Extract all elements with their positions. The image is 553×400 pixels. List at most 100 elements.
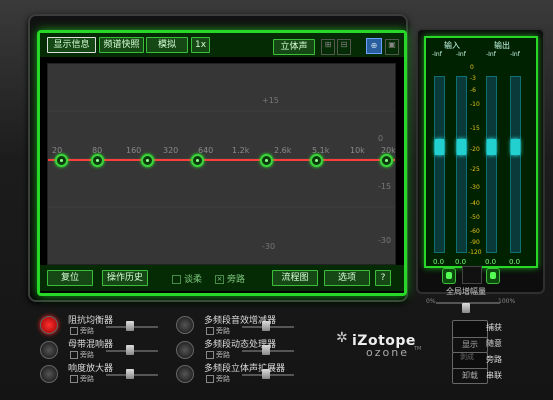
izotope-logo: iZotope ozone TM: [352, 330, 421, 359]
help-button[interactable]: ?: [375, 270, 391, 286]
global-gain-thumb[interactable]: [462, 303, 470, 313]
input-right-meter: [456, 76, 467, 253]
flowchart-button[interactable]: 流程图: [272, 270, 318, 286]
module-mix-thumb[interactable]: [262, 345, 270, 355]
module-name: 多频段立体声扩展器: [204, 364, 286, 374]
freq-label: 2.6k: [274, 146, 292, 155]
input-gain-knob[interactable]: [442, 268, 456, 284]
output-right-meter: [510, 76, 521, 253]
eq-graph[interactable]: +15 0 -15 -30 -30 20 80 160 320 640 1.2k…: [47, 63, 396, 265]
module-bypass[interactable]: 旁路: [206, 350, 230, 360]
display-button[interactable]: 显示: [452, 337, 488, 353]
freq-label: 320: [163, 146, 179, 155]
meter-readout: 0.0: [509, 258, 521, 266]
collapse-label: 剥成: [460, 353, 474, 361]
module-bypass[interactable]: 旁路: [70, 326, 94, 336]
dither-label: 随意: [486, 339, 502, 348]
freq-label: 1.2k: [232, 146, 250, 155]
output-gain-knob[interactable]: [486, 268, 500, 284]
bypass-text: 旁路: [80, 375, 94, 383]
meter-level: [435, 139, 444, 155]
module-power-button[interactable]: [40, 316, 58, 334]
expand-icon[interactable]: ▣: [385, 39, 399, 55]
output-label: 输出: [494, 41, 510, 50]
scale-tick: -120: [468, 249, 482, 256]
bypass-checkbox[interactable]: × 旁路: [215, 272, 245, 285]
module-name: 母带混响器: [68, 340, 114, 350]
unlink-icon[interactable]: ⊟: [337, 39, 351, 55]
gain-min-label: 0%: [426, 298, 436, 305]
scale-tick: -6: [470, 87, 476, 94]
scale-tick: -15: [470, 125, 480, 132]
module-mix-thumb[interactable]: [126, 321, 134, 331]
eq-band-node-7[interactable]: [380, 154, 393, 167]
meter-level: [511, 139, 520, 155]
smooth-label: 谈柔: [184, 275, 203, 285]
capture-label: 捕获: [486, 323, 502, 332]
eq-band-node-1[interactable]: [55, 154, 68, 167]
module-power-button[interactable]: [176, 341, 194, 359]
spectrum-snapshot-button[interactable]: 频谱快照: [99, 37, 144, 53]
simulate-button[interactable]: 模拟: [146, 37, 188, 53]
meter-level: [487, 139, 496, 155]
module-name: 阻抗均衡器: [68, 316, 114, 326]
bypass-right-label: 旁路: [486, 355, 502, 364]
logo-tm: TM: [414, 346, 422, 352]
input-label: 输入: [444, 41, 460, 50]
options-button[interactable]: 选项: [324, 270, 370, 286]
peak-value: -Inf: [510, 51, 520, 58]
eq-band-node-5[interactable]: [260, 154, 273, 167]
meter-level: [457, 139, 466, 155]
reset-button[interactable]: 复位: [47, 270, 93, 286]
stereo-button[interactable]: 立体声: [273, 39, 315, 55]
scale-tick: -90: [470, 239, 480, 246]
module-bypass[interactable]: 旁路: [70, 350, 94, 360]
scale-tick: -30: [470, 184, 480, 191]
y-label-minus30: -30: [262, 242, 276, 251]
scale-tick: -10: [470, 101, 480, 108]
module-bypass[interactable]: 旁路: [70, 374, 94, 384]
module-mix-thumb[interactable]: [262, 369, 270, 379]
module-mix-thumb[interactable]: [126, 345, 134, 355]
scale-tick: -20: [470, 146, 480, 153]
factor-button[interactable]: 1x: [191, 37, 210, 53]
bypass-text: 旁路: [216, 375, 230, 383]
link-meter-icon[interactable]: [462, 266, 482, 284]
module-mix-thumb[interactable]: [126, 369, 134, 379]
module-bypass[interactable]: 旁路: [206, 326, 230, 336]
scale-tick: -3: [470, 75, 476, 82]
eq-band-node-3[interactable]: [141, 154, 154, 167]
eq-screen: 显示信息 频谱快照 模拟 1x 立体声 ⊞ ⊟ ⊕ ▣ +15 0 -15 -3…: [37, 30, 407, 296]
module-power-button[interactable]: [40, 365, 58, 383]
izotope-logo-icon: ✲: [336, 330, 348, 346]
bypass-label: 旁路: [227, 275, 246, 285]
module-bypass[interactable]: 旁路: [206, 374, 230, 384]
scale-tick: -25: [470, 166, 480, 173]
scale-tick: -60: [470, 228, 480, 235]
module-power-button[interactable]: [176, 316, 194, 334]
meter-screen: 输入 输出 -Inf -Inf -Inf -Inf 0 -3 -6 -10 -1…: [424, 36, 538, 268]
link-icon[interactable]: ⊞: [321, 39, 335, 55]
smooth-checkbox[interactable]: 谈柔: [172, 272, 202, 285]
input-left-meter: [434, 76, 445, 253]
y-label-minus30-right: -30: [378, 236, 392, 245]
eq-band-node-2[interactable]: [91, 154, 104, 167]
module-power-button[interactable]: [176, 365, 194, 383]
peak-value: -Inf: [432, 51, 442, 58]
module-power-button[interactable]: [40, 341, 58, 359]
bottom-toolbar: 复位 操作历史 谈柔 × 旁路 流程图 选项 ?: [40, 265, 404, 291]
display-info-button[interactable]: 显示信息: [47, 37, 96, 53]
y-label-plus15: +15: [262, 96, 279, 105]
checkbox-box: [70, 375, 78, 383]
settings-icon[interactable]: ⊕: [366, 38, 382, 54]
eq-band-node-4[interactable]: [191, 154, 204, 167]
meter-panel: 输入 输出 -Inf -Inf -Inf -Inf 0 -3 -6 -10 -1…: [416, 28, 545, 294]
unload-button[interactable]: 卸载: [452, 368, 488, 384]
meter-readout: 0.0: [433, 258, 445, 266]
scale-tick: 0: [470, 64, 474, 71]
y-label-0: 0: [378, 134, 384, 143]
eq-band-node-6[interactable]: [310, 154, 323, 167]
checkbox-box: [172, 275, 181, 284]
history-button[interactable]: 操作历史: [102, 270, 148, 286]
module-mix-thumb[interactable]: [262, 321, 270, 331]
